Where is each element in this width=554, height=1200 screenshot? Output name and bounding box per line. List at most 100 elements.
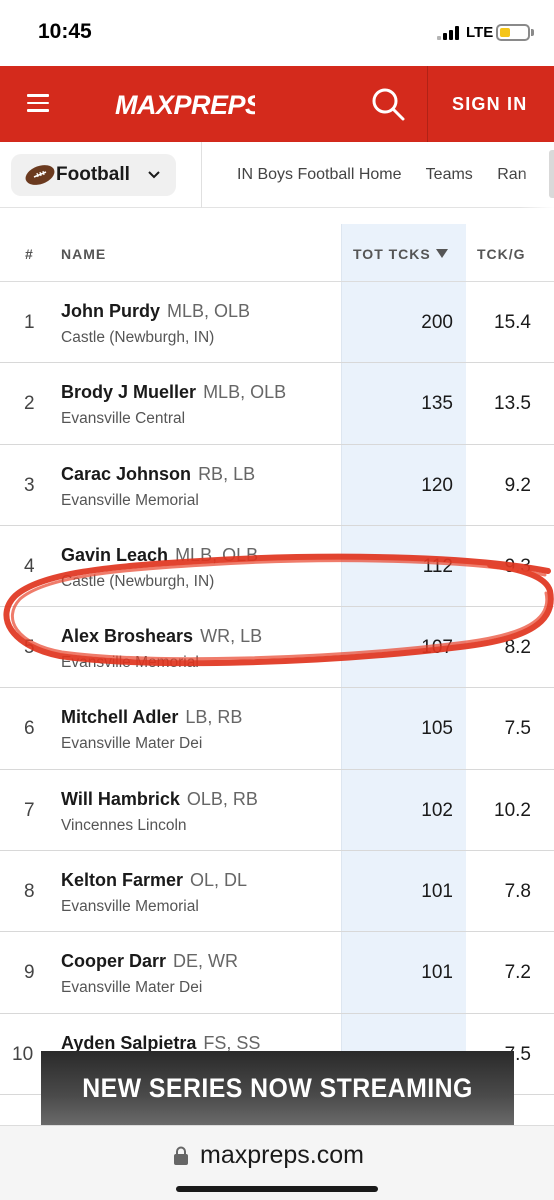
column-header-tot-tcks[interactable]: TOT TCKS bbox=[353, 246, 448, 262]
player-positions: OLB, RB bbox=[186, 788, 258, 809]
column-header-tot-tcks-label: TOT TCKS bbox=[353, 246, 431, 262]
sport-nav-links: IN Boys Football Home Teams Ran bbox=[237, 166, 547, 184]
player-school-link[interactable]: Castle (Newburgh, IN) bbox=[61, 329, 214, 347]
row-rank: 7 bbox=[24, 799, 35, 821]
nav-link-teams[interactable]: Teams bbox=[426, 166, 473, 183]
column-header-name[interactable]: NAME bbox=[61, 246, 106, 262]
player-school-link[interactable]: Vincennes Lincoln bbox=[61, 817, 187, 835]
player-name-link[interactable]: Gavin Leach MLB, OLB bbox=[61, 545, 258, 566]
total-tackles: 107 bbox=[421, 637, 453, 659]
url-text[interactable]: maxpreps.com bbox=[200, 1141, 364, 1170]
site-header: MAXPREPS SIGN IN bbox=[0, 66, 554, 142]
player-school-link[interactable]: Evansville Memorial bbox=[61, 654, 199, 672]
sport-selector-dropdown[interactable]: Football bbox=[11, 154, 176, 196]
table-row[interactable]: 8 Kelton Farmer OL, DL Evansville Memori… bbox=[0, 851, 554, 933]
player-positions: WR, LB bbox=[200, 626, 263, 647]
player-positions: DE, WR bbox=[173, 951, 239, 972]
player-name: Mitchell Adler bbox=[61, 707, 179, 728]
row-rank: 6 bbox=[24, 718, 35, 740]
sport-bar-divider bbox=[201, 142, 202, 208]
lock-icon bbox=[173, 1146, 189, 1166]
total-tackles: 120 bbox=[421, 474, 453, 496]
table-row[interactable]: 2 Brody J Mueller MLB, OLB Evansville Ce… bbox=[0, 363, 554, 445]
battery-icon bbox=[496, 24, 530, 41]
table-row[interactable]: 5 Alex Broshears WR, LB Evansville Memor… bbox=[0, 607, 554, 689]
player-name: Cooper Darr bbox=[61, 951, 167, 972]
table-row[interactable]: 4 Gavin Leach MLB, OLB Castle (Newburgh,… bbox=[0, 526, 554, 608]
player-name-link[interactable]: Brody J Mueller MLB, OLB bbox=[61, 382, 286, 403]
table-row[interactable]: 1 John Purdy MLB, OLB Castle (Newburgh, … bbox=[0, 282, 554, 364]
tackles-per-game: 9.2 bbox=[504, 474, 531, 496]
table-row[interactable]: 3 Carac Johnson RB, LB Evansville Memori… bbox=[0, 445, 554, 526]
table-row[interactable]: 6 Mitchell Adler LB, RB Evansville Mater… bbox=[0, 688, 554, 770]
maxpreps-logo[interactable]: MAXPREPS bbox=[115, 84, 264, 124]
player-positions: LB, RB bbox=[185, 707, 243, 728]
sort-descending-icon bbox=[435, 249, 448, 258]
chevron-down-icon bbox=[148, 168, 160, 180]
ad-text: NEW SERIES NOW STREAMING bbox=[82, 1073, 473, 1103]
player-school-link[interactable]: Castle (Newburgh, IN) bbox=[61, 573, 214, 591]
battery-tip bbox=[531, 29, 534, 36]
player-name: Gavin Leach bbox=[61, 544, 169, 565]
sport-nav-bar: Football IN Boys Football Home Teams Ran bbox=[0, 142, 554, 208]
player-name: Carac Johnson bbox=[61, 463, 192, 484]
player-positions: FS, SS bbox=[203, 1032, 261, 1053]
scroll-edge-indicator bbox=[549, 150, 554, 198]
player-name: Will Hambrick bbox=[61, 788, 180, 809]
status-bar: 10:45 LTE bbox=[0, 0, 554, 66]
total-tackles: 135 bbox=[421, 393, 453, 415]
stats-table: # NAME TOT TCKS TCK/G 1 John Purdy MLB, … bbox=[0, 208, 554, 1123]
total-tackles: 102 bbox=[421, 799, 453, 821]
tackles-per-game: 9.3 bbox=[504, 555, 531, 577]
total-tackles: 101 bbox=[421, 962, 453, 984]
tackles-per-game: 7.8 bbox=[504, 881, 531, 903]
player-name: Kelton Farmer bbox=[61, 870, 184, 891]
player-school-link[interactable]: Evansville Memorial bbox=[61, 898, 199, 916]
home-indicator[interactable] bbox=[176, 1186, 378, 1192]
player-name-link[interactable]: Carac Johnson RB, LB bbox=[61, 464, 255, 485]
tackles-per-game: 7.2 bbox=[504, 962, 531, 984]
player-name: John Purdy bbox=[61, 301, 161, 321]
player-school-link[interactable]: Evansville Mater Dei bbox=[61, 735, 202, 753]
player-name-link[interactable]: Alex Broshears WR, LB bbox=[61, 626, 262, 647]
column-header-tck-g[interactable]: TCK/G bbox=[477, 246, 526, 262]
player-positions: OL, DL bbox=[190, 870, 248, 891]
player-name-link[interactable]: Will Hambrick OLB, RB bbox=[61, 789, 258, 810]
player-name-link[interactable]: Mitchell Adler LB, RB bbox=[61, 707, 242, 728]
cellular-signal-icon bbox=[437, 26, 461, 40]
table-row[interactable]: 7 Will Hambrick OLB, RB Vincennes Lincol… bbox=[0, 770, 554, 852]
player-school-link[interactable]: Evansville Central bbox=[61, 410, 185, 428]
browser-url-bar[interactable]: maxpreps.com bbox=[0, 1125, 554, 1200]
nav-link-home[interactable]: IN Boys Football Home bbox=[237, 166, 402, 183]
total-tackles: 200 bbox=[421, 312, 453, 333]
sign-in-button[interactable]: SIGN IN bbox=[452, 94, 527, 115]
player-positions: MLB, OLB bbox=[175, 544, 259, 565]
row-rank: 1 bbox=[24, 312, 35, 333]
player-name: Alex Broshears bbox=[61, 626, 194, 647]
total-tackles: 112 bbox=[422, 555, 453, 577]
tackles-per-game: 15.4 bbox=[494, 312, 531, 333]
row-rank: 2 bbox=[24, 393, 35, 415]
player-school-link[interactable]: Evansville Memorial bbox=[61, 492, 199, 510]
player-name-link[interactable]: John Purdy MLB, OLB bbox=[61, 301, 250, 322]
ad-banner[interactable]: NEW SERIES NOW STREAMING bbox=[41, 1051, 514, 1125]
search-icon[interactable] bbox=[370, 86, 406, 122]
player-name: Brody J Mueller bbox=[61, 382, 197, 403]
tackles-per-game: 7.5 bbox=[504, 718, 531, 740]
total-tackles: 101 bbox=[421, 881, 453, 903]
player-name-link[interactable]: Cooper Darr DE, WR bbox=[61, 951, 238, 972]
player-school-link[interactable]: Evansville Mater Dei bbox=[61, 979, 202, 997]
player-name-link[interactable]: Kelton Farmer OL, DL bbox=[61, 870, 247, 891]
network-type: LTE bbox=[466, 24, 494, 41]
maxpreps-logo-mark: MAXPREPS bbox=[115, 90, 264, 120]
tackles-per-game: 13.5 bbox=[494, 393, 531, 415]
column-header-rank: # bbox=[25, 246, 34, 262]
player-positions: MLB, OLB bbox=[167, 301, 251, 321]
table-body: 1 John Purdy MLB, OLB Castle (Newburgh, … bbox=[0, 282, 554, 1095]
sport-label: Football bbox=[56, 164, 130, 185]
table-row[interactable]: 9 Cooper Darr DE, WR Evansville Mater De… bbox=[0, 932, 554, 1014]
tackles-per-game: 8.2 bbox=[504, 637, 531, 659]
table-header: # NAME TOT TCKS TCK/G bbox=[0, 224, 554, 282]
hamburger-menu-icon[interactable] bbox=[27, 94, 49, 112]
row-rank: 5 bbox=[24, 637, 35, 659]
